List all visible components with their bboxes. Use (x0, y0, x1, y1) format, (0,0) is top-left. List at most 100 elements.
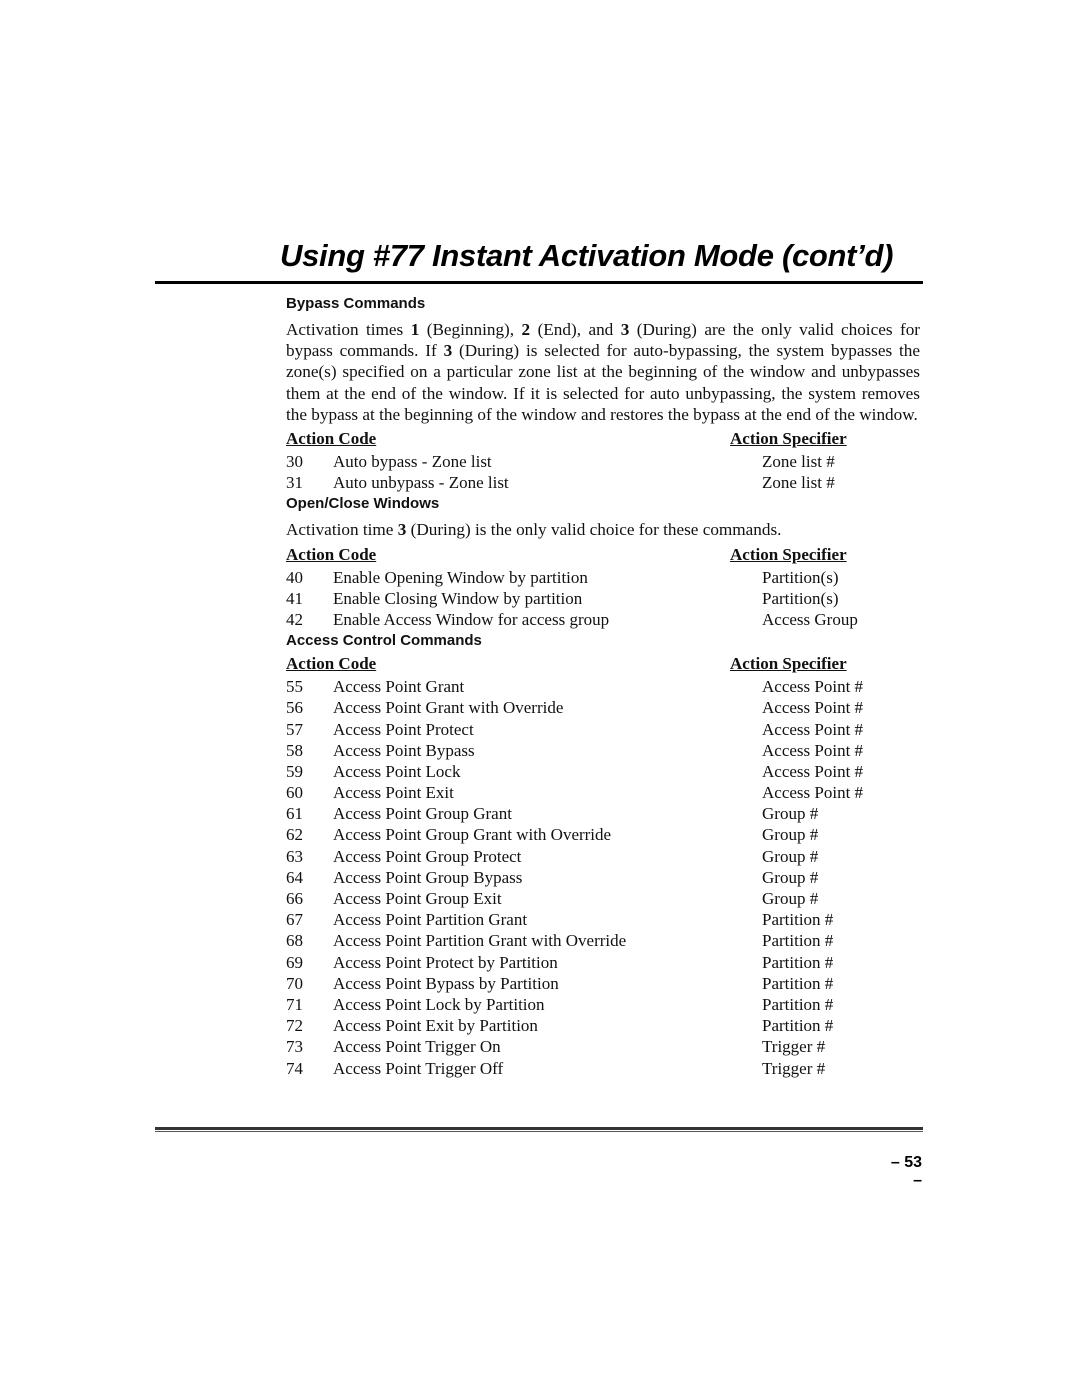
action-description: Enable Opening Window by partition (333, 567, 588, 587)
action-description: Access Point Group Grant with Override (333, 825, 612, 845)
section-heading: Open/Close Windows (286, 495, 440, 513)
action-specifier: Group # (762, 867, 819, 887)
action-specifier: Trigger # (762, 1037, 826, 1057)
action-specifier: Zone list # (762, 473, 835, 493)
column-header-action-specifier: Action Specifier (730, 429, 847, 449)
action-description: Access Point Group Bypass (333, 867, 523, 887)
action-code: 61 (286, 804, 303, 824)
bold-value: 3 (620, 320, 630, 339)
action-description: Access Point Group Grant (333, 804, 512, 824)
action-description: Enable Closing Window by partition (333, 588, 583, 608)
action-description: Access Point Protect (333, 719, 474, 739)
table-row: 73 Access Point Trigger On Trigger # (286, 1036, 920, 1057)
open-close-description: Activation time 3 (During) is the only v… (286, 520, 782, 540)
action-specifier: Partition # (762, 994, 834, 1014)
table-row: 40 Enable Opening Window by partition Part… (286, 567, 920, 588)
action-code: 40 (286, 567, 303, 587)
action-description: Access Point Grant with Override (333, 698, 564, 718)
action-description: Access Point Trigger On (333, 1037, 501, 1057)
table-row: 30 Auto bypass - Zone list Zone list # (286, 451, 920, 472)
action-code: 30 (286, 452, 303, 472)
page-title: Using #77 Instant Activation Mode (cont’… (280, 238, 894, 273)
table-row: 72 Access Point Exit by Partition Partitio… (286, 1015, 920, 1036)
table-header: Action Code Action Specifier (286, 427, 920, 451)
action-code: 73 (286, 1037, 303, 1057)
action-code: 69 (286, 952, 303, 972)
action-specifier: Access Group (762, 609, 858, 629)
action-description: Auto unbypass - Zone list (333, 473, 509, 493)
action-specifier: Partition # (762, 952, 834, 972)
table-row: 55 Access Point Grant Access Point # (286, 676, 920, 697)
table-row: 41 Enable Closing Window by partition Part… (286, 588, 920, 609)
action-specifier: Trigger # (762, 1058, 826, 1078)
action-specifier: Access Point # (762, 698, 864, 718)
column-header-action-code: Action Code (286, 654, 377, 674)
table-row: 62 Access Point Group Grant with Override… (286, 824, 920, 845)
action-specifier: Partition(s) (762, 588, 839, 608)
bold-value: 1 (410, 320, 420, 339)
action-specifier: Group # (762, 889, 819, 909)
action-code: 42 (286, 609, 303, 629)
action-specifier: Partition # (762, 931, 834, 951)
action-code: 70 (286, 973, 303, 993)
action-code: 68 (286, 931, 303, 951)
action-description: Access Point Exit (333, 783, 454, 803)
action-description: Access Point Lock by Partition (333, 994, 545, 1014)
action-code: 60 (286, 783, 303, 803)
action-description: Access Point Grant (333, 677, 465, 697)
action-description: Access Point Partition Grant with Overri… (333, 931, 627, 951)
action-code: 72 (286, 1016, 303, 1036)
action-specifier: Group # (762, 846, 819, 866)
bypass-commands-section: Bypass Commands Activation times 1 (Begi… (286, 293, 920, 493)
action-description: Access Point Trigger Off (333, 1058, 504, 1078)
column-header-action-specifier: Action Specifier (730, 544, 847, 564)
action-description: Access Point Bypass by Partition (333, 973, 559, 993)
table-header: Action Code Action Specifier (286, 543, 920, 567)
table-row: 68 Access Point Partition Grant with Over… (286, 930, 920, 951)
section-heading: Bypass Commands (286, 295, 426, 312)
action-code: 63 (286, 846, 303, 866)
action-code: 66 (286, 889, 303, 909)
table-row: 59 Access Point Lock Access Point # (286, 761, 920, 782)
table-row: 42 Enable Access Window for access group A… (286, 609, 920, 630)
open-close-table: 40 Enable Opening Window by partition Part… (286, 567, 920, 631)
table-row: 70 Access Point Bypass by Partition Partit… (286, 973, 920, 994)
table-row: 56 Access Point Grant with Override Access… (286, 697, 920, 718)
action-specifier: Access Point # (762, 719, 864, 739)
bold-value: 3 (397, 520, 407, 540)
action-description: Access Point Group Exit (333, 889, 502, 909)
access-control-commands-section: Access Control Commands Action Code Acti… (286, 630, 920, 1079)
access-control-table: 55 Access Point Grant Access Point # 56 Acce… (286, 676, 920, 1079)
title-divider (155, 281, 923, 284)
action-description: Access Point Bypass (333, 740, 475, 760)
table-row: 61 Access Point Group Grant Group # (286, 803, 920, 824)
action-code: 41 (286, 588, 303, 608)
action-specifier: Partition(s) (762, 567, 839, 587)
column-header-action-code: Action Code (286, 544, 377, 564)
action-code: 56 (286, 698, 303, 718)
table-row: 71 Access Point Lock by Partition Partitio… (286, 994, 920, 1015)
action-code: 57 (286, 719, 303, 739)
action-specifier: Partition # (762, 910, 834, 930)
footer-divider (155, 1127, 923, 1130)
action-code: 62 (286, 825, 303, 845)
action-code: 31 (286, 473, 303, 493)
action-specifier: Partition # (762, 1016, 834, 1036)
action-specifier: Group # (762, 825, 819, 845)
table-row: 69 Access Point Protect by Partition Parti… (286, 952, 920, 973)
bypass-table: 30 Auto bypass - Zone list Zone list # 31 Au… (286, 451, 920, 493)
table-row: 58 Access Point Bypass Access Point # (286, 740, 920, 761)
table-row: 31 Auto unbypass - Zone list Zone list # (286, 472, 920, 493)
table-row: 64 Access Point Group Bypass Group # (286, 867, 920, 888)
action-description: Enable Access Window for access group (333, 609, 610, 629)
table-row: 66 Access Point Group Exit Group # (286, 888, 920, 909)
section-heading: Access Control Commands (286, 632, 482, 650)
action-code: 55 (286, 677, 303, 697)
action-specifier: Zone list # (762, 452, 835, 472)
action-description: Access Point Lock (333, 761, 461, 781)
action-specifier: Access Point # (762, 677, 864, 697)
action-code: 67 (286, 910, 303, 930)
action-specifier: Access Point # (762, 761, 864, 781)
action-description: Access Point Partition Grant (333, 910, 528, 930)
footer-divider-thin (155, 1131, 923, 1132)
